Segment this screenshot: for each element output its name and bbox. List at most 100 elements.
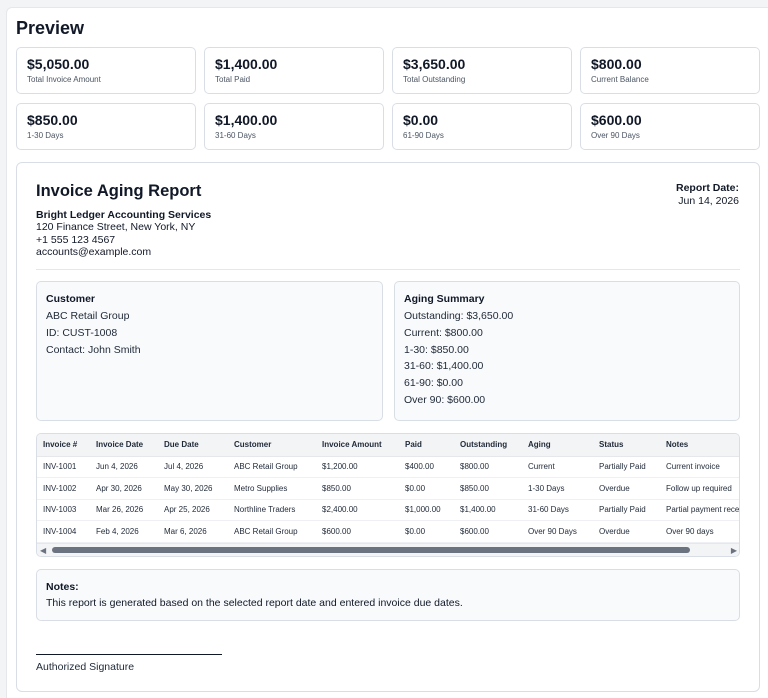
cell: May 30, 2026: [158, 477, 228, 500]
card-total-outstanding: $3,650.00 Total Outstanding: [392, 47, 572, 94]
cell: INV-1002: [37, 477, 90, 500]
cell: $1,000.00: [399, 499, 454, 521]
card-amount: $3,650.00: [403, 56, 466, 72]
aging-line-31-60: 31-60: $1,400.00: [404, 360, 484, 373]
cell: Jun 4, 2026: [90, 456, 158, 478]
col-due-date: Due Date: [158, 434, 228, 457]
card-total-invoice-amount: $5,050.00 Total Invoice Amount: [16, 47, 196, 94]
card-1-30-days: $850.00 1-30 Days: [16, 103, 196, 150]
cell: Partially Paid: [593, 456, 660, 478]
scrollbar-thumb[interactable]: [52, 547, 690, 553]
table-horizontal-scrollbar[interactable]: ◀ ▶: [37, 543, 739, 556]
cell: 31-60 Days: [522, 499, 593, 521]
company-phone: +1 555 123 4567: [36, 233, 116, 246]
col-aging: Aging: [522, 434, 593, 457]
customer-heading: Customer: [46, 293, 96, 305]
cell: Current: [522, 456, 593, 478]
notes-box: Notes: This report is generated based on…: [36, 569, 740, 621]
notes-heading: Notes:: [46, 581, 79, 593]
aging-line-over-90: Over 90: $600.00: [404, 393, 486, 406]
cell: Partially Paid: [593, 499, 660, 521]
card-label: 61-90 Days: [403, 131, 444, 140]
aging-line-current: Current: $800.00: [404, 326, 483, 339]
cell: INV-1001: [37, 456, 90, 478]
customer-box: Customer ABC Retail Group ID: CUST-1008 …: [36, 281, 383, 421]
notes-text: This report is generated based on the se…: [46, 597, 463, 609]
customer-contact: Contact: John Smith: [46, 343, 141, 356]
card-label: Total Invoice Amount: [27, 75, 101, 84]
cell: $1,400.00: [454, 499, 522, 521]
invoice-table: Invoice # Invoice Date Due Date Customer…: [37, 434, 739, 543]
cell: Overdue: [593, 520, 660, 543]
cell: $0.00: [399, 520, 454, 543]
invoice-table-container: Invoice # Invoice Date Due Date Customer…: [36, 433, 740, 557]
cell: Mar 6, 2026: [158, 520, 228, 543]
divider: [36, 269, 740, 270]
col-invoice-amount: Invoice Amount: [316, 434, 399, 457]
table-row: INV-1004 Feb 4, 2026 Mar 6, 2026 ABC Ret…: [37, 520, 739, 543]
cell: Apr 25, 2026: [158, 499, 228, 521]
col-invoice-date: Invoice Date: [90, 434, 158, 457]
aging-line-61-90: 61-90: $0.00: [404, 377, 463, 390]
cell: Over 90 days: [660, 520, 739, 543]
card-amount: $600.00: [591, 112, 642, 128]
company-name: Bright Ledger Accounting Services: [36, 209, 212, 221]
col-status: Status: [593, 434, 660, 457]
cell: Mar 26, 2026: [90, 499, 158, 521]
company-address: 120 Finance Street, New York, NY: [36, 221, 196, 234]
card-amount: $1,400.00: [215, 56, 278, 72]
card-over-90-days: $600.00 Over 90 Days: [580, 103, 760, 150]
card-label: Current Balance: [591, 75, 649, 84]
customer-id: ID: CUST-1008: [46, 326, 118, 339]
card-amount: $0.00: [403, 112, 439, 128]
col-outstanding: Outstanding: [454, 434, 522, 457]
cell: $850.00: [316, 477, 399, 500]
caret-left-icon[interactable]: ◀: [40, 546, 46, 555]
cell: 1-30 Days: [522, 477, 593, 500]
aging-summary-heading: Aging Summary: [404, 293, 485, 305]
cell: Over 90 Days: [522, 520, 593, 543]
cell: $600.00: [316, 520, 399, 543]
table-header-row: Invoice # Invoice Date Due Date Customer…: [37, 434, 739, 457]
cell: Metro Supplies: [228, 477, 316, 500]
report-date-value: Jun 14, 2026: [678, 194, 739, 207]
cell: INV-1004: [37, 520, 90, 543]
cell: $400.00: [399, 456, 454, 478]
signature-label: Authorized Signature: [36, 661, 135, 673]
preview-title: Preview: [16, 18, 85, 38]
cell: Feb 4, 2026: [90, 520, 158, 543]
cell: Jul 4, 2026: [158, 456, 228, 478]
aging-summary-box: Aging Summary Outstanding: $3,650.00 Cur…: [394, 281, 740, 421]
signature-line: [36, 654, 222, 655]
col-notes: Notes: [660, 434, 739, 457]
card-amount: $1,400.00: [215, 112, 278, 128]
report-date: Report Date: Jun 14, 2026: [676, 182, 739, 207]
cell: ABC Retail Group: [228, 456, 316, 478]
cell: Follow up required: [660, 477, 739, 500]
cell: Northline Traders: [228, 499, 316, 521]
customer-name: ABC Retail Group: [46, 310, 130, 322]
card-amount: $5,050.00: [27, 56, 90, 72]
cell: $600.00: [454, 520, 522, 543]
invoice-aging-report: Invoice Aging Report Report Date: Jun 14…: [16, 162, 760, 692]
card-31-60-days: $1,400.00 31-60 Days: [204, 103, 384, 150]
table-row: INV-1003 Mar 26, 2026 Apr 25, 2026 North…: [37, 499, 739, 521]
card-total-paid: $1,400.00 Total Paid: [204, 47, 384, 94]
cell: Apr 30, 2026: [90, 477, 158, 500]
company-info: Bright Ledger Accounting Services 120 Fi…: [36, 209, 211, 258]
card-61-90-days: $0.00 61-90 Days: [392, 103, 572, 150]
caret-right-icon[interactable]: ▶: [731, 546, 737, 555]
card-label: Total Paid: [215, 75, 251, 84]
cell: $850.00: [454, 477, 522, 500]
report-date-label: Report Date:: [675, 182, 739, 194]
col-paid: Paid: [399, 434, 454, 457]
cell: $2,400.00: [316, 499, 399, 521]
cell: $0.00: [399, 477, 454, 500]
col-customer: Customer: [228, 434, 316, 457]
cell: $1,200.00: [316, 456, 399, 478]
card-amount: $800.00: [591, 56, 642, 72]
cell: $800.00: [454, 456, 522, 478]
cell: ABC Retail Group: [228, 520, 316, 543]
table-row: INV-1002 Apr 30, 2026 May 30, 2026 Metro…: [37, 477, 739, 500]
card-label: 1-30 Days: [27, 131, 64, 140]
